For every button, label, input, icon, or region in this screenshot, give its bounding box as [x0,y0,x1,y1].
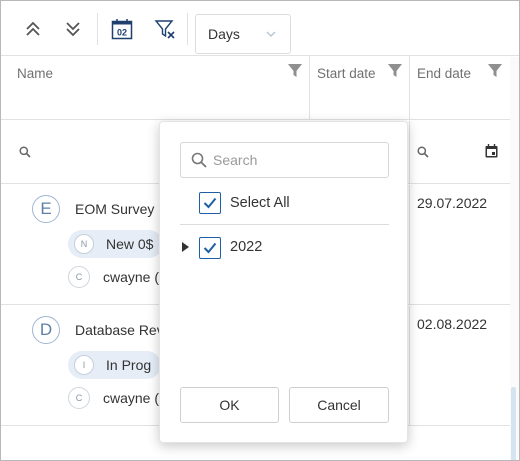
avatar: C [68,266,90,288]
filter-icon[interactable] [388,64,402,78]
column-divider [409,56,410,120]
toolbar: 02 Days [1,1,519,56]
status-initial: N [74,234,94,254]
checkmark-icon [203,242,217,254]
year-2022-label[interactable]: 2022 [230,239,262,255]
expand-all-button[interactable] [61,17,85,41]
column-divider [409,121,410,183]
double-chevron-up-icon [26,21,40,36]
status-text: New 0$ [106,236,154,252]
filter-clear-icon [154,20,175,39]
avatar: C [68,387,90,409]
status-badge: I In Prog [68,351,162,379]
column-header-name[interactable]: Name [17,56,307,120]
double-chevron-down-icon [66,22,80,37]
search-input[interactable] [213,143,383,177]
assignee-name: cwayne ( [103,390,160,406]
status-text: In Prog [106,357,152,373]
calendar-picker-icon[interactable] [485,144,498,158]
search-icon [191,152,207,168]
popup-search-field[interactable] [180,142,389,178]
year-2022-checkbox[interactable] [199,237,221,259]
ok-button[interactable]: OK [180,387,279,423]
end-date-cell: 29.07.2022 [417,195,488,211]
filter-icon[interactable] [288,64,302,78]
task-initial-avatar: E [32,195,60,223]
column-header-start-date[interactable]: Start date [317,56,397,120]
select-all-label[interactable]: Select All [230,195,290,211]
cancel-button[interactable]: Cancel [289,387,389,423]
filter-icon[interactable] [488,64,502,78]
column-header-row: Name Start date End date [1,56,519,120]
assignee: C cwayne ( [68,387,159,409]
search-icon[interactable] [19,146,31,158]
assignee: C cwayne ( [68,266,159,288]
chevron-down-icon [266,31,276,38]
scale-select[interactable]: Days [195,14,291,54]
toolbar-divider [187,13,188,45]
column-divider [409,185,410,304]
clear-filters-button[interactable] [153,17,177,41]
status-initial: I [74,355,94,375]
status-badge: N New 0$ [68,230,164,258]
calendar-badge-text: 02 [117,28,127,38]
task-initial-avatar: D [32,316,60,344]
select-all-checkbox[interactable] [199,192,221,214]
column-divider [409,306,410,425]
popup-divider [180,224,389,225]
calendar-icon: 02 [111,19,133,40]
column-header-label: Name [17,66,54,81]
task-title: Database Rev [75,322,164,338]
column-header-label: Start date [317,66,376,81]
checkmark-icon [203,197,217,209]
go-to-today-button[interactable]: 02 [109,17,135,41]
column-divider [309,56,310,120]
scrollbar-thumb[interactable] [511,387,516,460]
filter-popup: Select All 2022 OK Cancel [159,121,408,443]
search-icon[interactable] [417,146,429,158]
end-date-cell: 02.08.2022 [417,316,488,332]
column-header-label: End date [417,66,472,81]
assignee-name: cwayne ( [103,269,160,285]
scale-select-value: Days [208,26,240,42]
task-title: EOM Survey [75,201,155,217]
gantt-grid-window: 02 Days Name Start date End date E EOM S… [0,0,520,461]
column-header-end-date[interactable]: End date [417,56,497,120]
toolbar-divider [97,13,98,45]
collapse-all-button[interactable] [21,17,45,41]
caret-right-icon[interactable] [182,242,189,252]
